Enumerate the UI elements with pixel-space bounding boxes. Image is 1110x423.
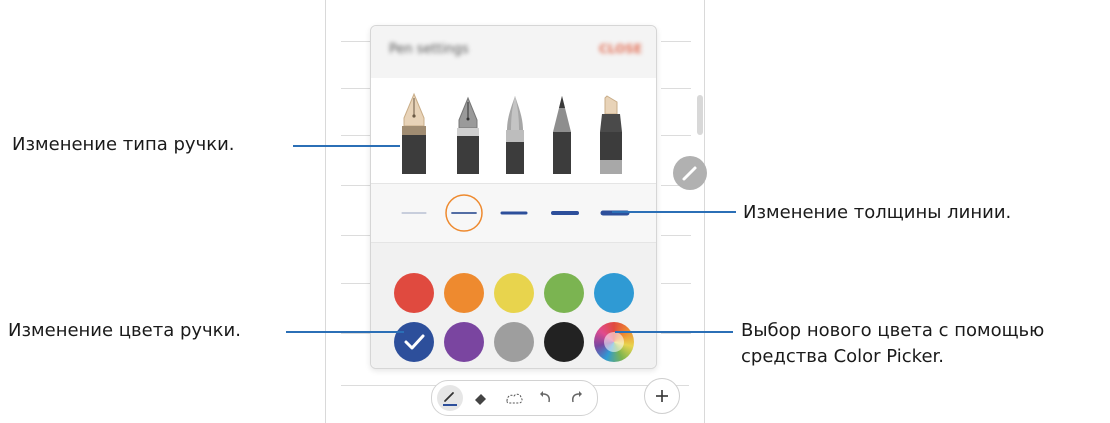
pen-icon[interactable] bbox=[498, 92, 532, 174]
thickness-option-2[interactable] bbox=[443, 192, 485, 234]
pen-type-selector bbox=[371, 78, 656, 183]
ruled-line bbox=[661, 88, 691, 89]
ruled-line bbox=[341, 88, 371, 89]
color-selector bbox=[371, 243, 656, 368]
thickness-option-4[interactable] bbox=[544, 192, 586, 234]
ruled-line bbox=[341, 235, 371, 236]
leader-line bbox=[615, 331, 733, 333]
color-swatch-gray[interactable] bbox=[494, 322, 534, 362]
color-swatch-blue[interactable] bbox=[594, 273, 634, 313]
marker-icon[interactable] bbox=[594, 92, 628, 174]
ruled-line bbox=[341, 135, 371, 136]
thickness-selector bbox=[371, 184, 656, 242]
thickness-option-3[interactable] bbox=[493, 192, 535, 234]
color-swatch-navy[interactable] bbox=[394, 322, 434, 362]
redo-icon[interactable] bbox=[563, 385, 589, 411]
color-picker-button[interactable] bbox=[594, 322, 634, 362]
color-swatch-green[interactable] bbox=[544, 273, 584, 313]
drawing-toolbar bbox=[431, 380, 598, 416]
plus-icon bbox=[656, 390, 668, 402]
ruled-line bbox=[341, 41, 371, 42]
ruled-line bbox=[661, 135, 691, 136]
close-button[interactable]: CLOSE bbox=[599, 42, 642, 56]
pen-icon[interactable] bbox=[437, 385, 463, 411]
ruled-line bbox=[341, 333, 371, 334]
ruled-line bbox=[341, 185, 371, 186]
callout-color-picker-line2: средства Color Picker. bbox=[741, 346, 944, 367]
fountain-pen-icon[interactable] bbox=[397, 92, 431, 174]
callout-line-thickness: Изменение толщины линии. bbox=[743, 202, 1012, 223]
eraser-icon[interactable] bbox=[468, 385, 494, 411]
calligraphy-pen-icon[interactable] bbox=[451, 92, 485, 174]
callout-pen-color: Изменение цвета ручки. bbox=[8, 320, 241, 341]
color-swatch-red[interactable] bbox=[394, 273, 434, 313]
color-swatch-orange[interactable] bbox=[444, 273, 484, 313]
side-scroll-handle[interactable] bbox=[697, 95, 703, 135]
leader-line bbox=[286, 331, 404, 333]
panel-header: Pen settings CLOSE bbox=[371, 26, 656, 79]
pen-icon bbox=[682, 166, 697, 181]
selection-icon[interactable] bbox=[501, 385, 527, 411]
thickness-option-5[interactable] bbox=[594, 192, 636, 234]
ruled-line bbox=[661, 41, 691, 42]
color-wheel-icon bbox=[604, 332, 624, 352]
callout-pen-type: Изменение типа ручки. bbox=[12, 134, 235, 155]
ruled-line bbox=[661, 283, 691, 284]
pen-settings-button[interactable] bbox=[673, 156, 707, 190]
color-swatch-purple[interactable] bbox=[444, 322, 484, 362]
color-swatch-black[interactable] bbox=[544, 322, 584, 362]
pen-settings-panel: Pen settings CLOSE bbox=[370, 25, 657, 369]
leader-line bbox=[612, 211, 736, 213]
undo-icon[interactable] bbox=[533, 385, 559, 411]
color-swatch-yellow[interactable] bbox=[494, 273, 534, 313]
thickness-option-1[interactable] bbox=[393, 192, 435, 234]
pencil-icon[interactable] bbox=[545, 92, 579, 174]
panel-title: Pen settings bbox=[389, 42, 469, 57]
ruled-line bbox=[341, 283, 371, 284]
leader-line bbox=[293, 145, 400, 147]
ruled-line bbox=[661, 235, 691, 236]
add-button[interactable] bbox=[644, 378, 680, 414]
ruled-line bbox=[661, 333, 691, 334]
checkmark-icon bbox=[404, 334, 425, 350]
callout-color-picker-line1: Выбор нового цвета с помощью bbox=[741, 320, 1045, 341]
